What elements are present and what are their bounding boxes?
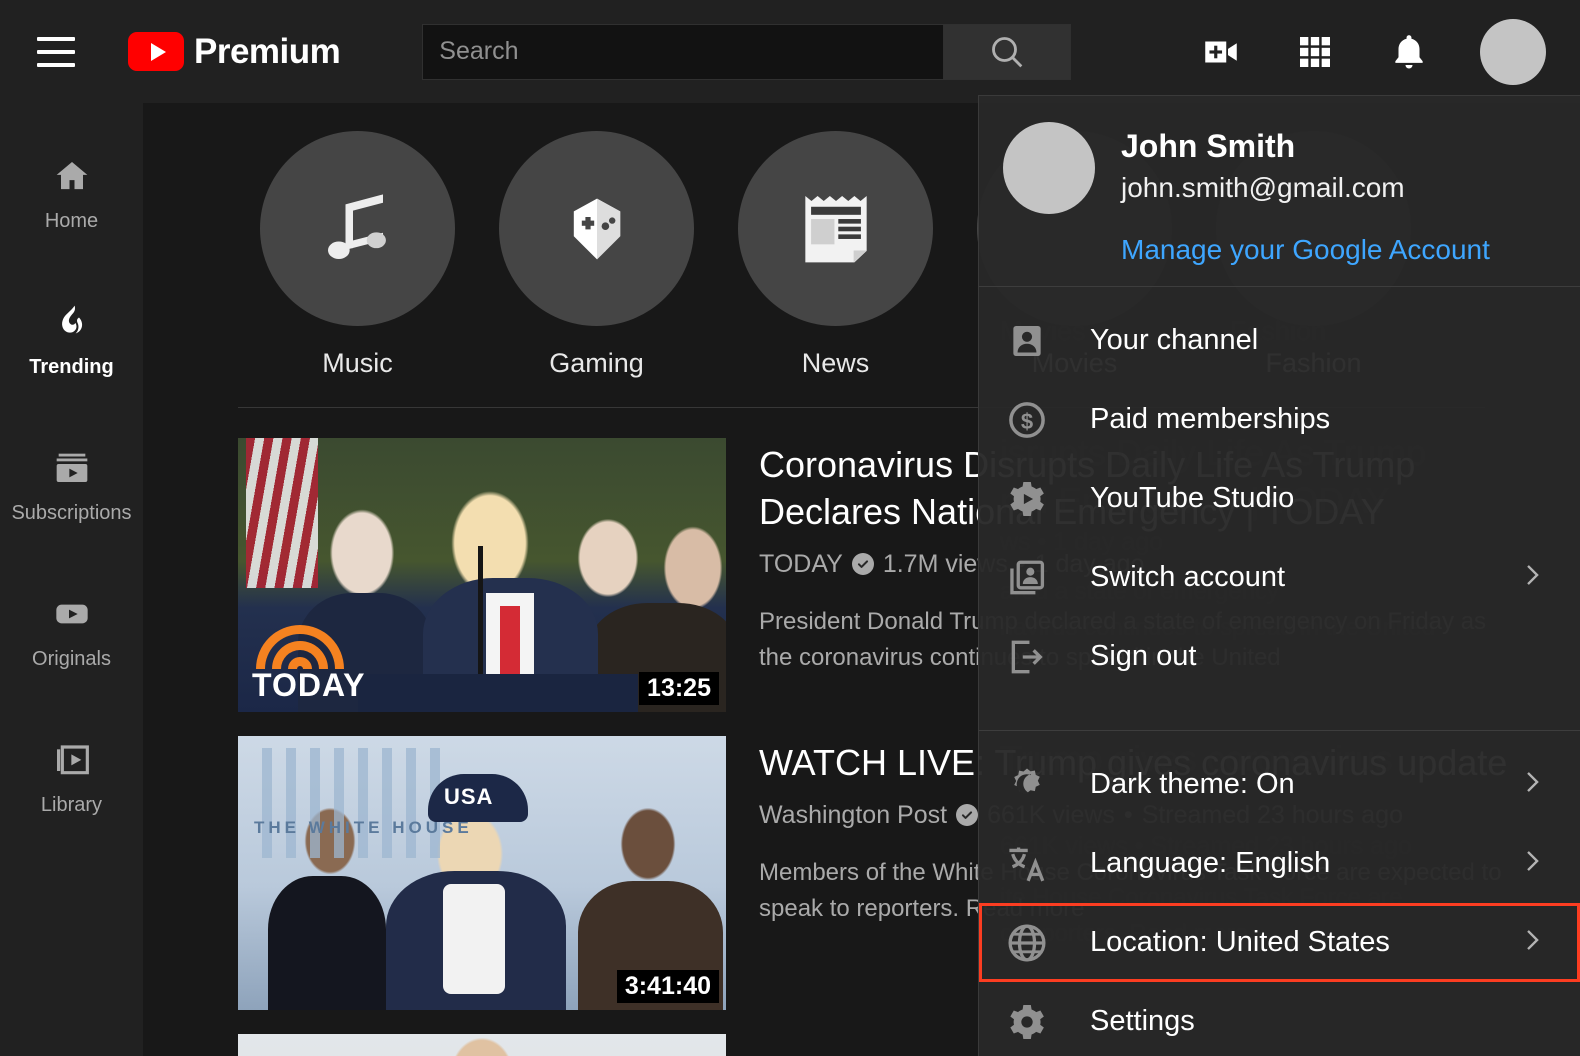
menu-item-label: YouTube Studio — [1090, 482, 1295, 514]
thumbnail-image: TODAY — [238, 438, 726, 712]
originals-play-icon — [51, 593, 93, 635]
gear-icon — [1003, 998, 1051, 1046]
left-sidebar: Home Trending Subscriptions Originals Li… — [0, 103, 143, 1056]
top-navigation-bar: Premium — [0, 0, 1580, 103]
youtube-premium-logo[interactable]: Premium — [128, 31, 341, 72]
thumbnail-image — [238, 1034, 726, 1056]
sidebar-label: Trending — [29, 356, 114, 378]
person-card-icon — [1003, 317, 1051, 365]
sidebar-item-trending[interactable]: Trending — [0, 267, 143, 413]
video-duration-badge: 3:41:40 — [616, 970, 719, 1003]
category-chip-music[interactable]: Music — [238, 131, 477, 379]
search-input[interactable] — [422, 23, 944, 80]
today-channel-logo: TODAY — [252, 619, 365, 704]
notifications-button[interactable] — [1386, 29, 1432, 75]
search-button[interactable] — [943, 23, 1072, 80]
apps-grid-icon — [1300, 36, 1330, 67]
category-chip-gaming[interactable]: Gaming — [477, 131, 716, 379]
gear-play-icon — [1003, 475, 1051, 523]
video-thumbnail[interactable]: TODAY 13:25 — [238, 438, 726, 712]
chevron-right-icon — [1518, 768, 1546, 801]
brand-label: Premium — [194, 31, 341, 71]
menu-item-label: Settings — [1090, 1005, 1195, 1037]
sidebar-item-home[interactable]: Home — [0, 121, 143, 267]
menu-item-language[interactable]: Language: English — [979, 824, 1580, 903]
hamburger-menu-icon[interactable] — [28, 24, 84, 80]
gamepad-heart-icon — [499, 131, 694, 326]
menu-item-label: Switch account — [1090, 561, 1286, 593]
sidebar-label: Subscriptions — [11, 502, 132, 524]
bell-icon — [1395, 34, 1423, 68]
account-menu-section-one: Your channel $ Paid memberships YouTube … — [979, 287, 1580, 710]
account-menu-panel: John Smith john.smith@gmail.com Manage y… — [978, 95, 1580, 1056]
account-header: John Smith john.smith@gmail.com Manage y… — [979, 96, 1580, 266]
verified-badge-icon — [851, 553, 874, 576]
category-label: News — [801, 348, 870, 378]
video-channel-name[interactable]: Washington Post — [759, 801, 947, 830]
create-video-button[interactable] — [1198, 29, 1244, 75]
moon-icon — [1003, 761, 1051, 809]
flame-icon — [51, 301, 93, 343]
sidebar-item-originals[interactable]: Originals — [0, 559, 143, 705]
menu-item-youtube-studio[interactable]: YouTube Studio — [979, 459, 1580, 538]
dollar-circle-icon: $ — [1003, 396, 1051, 444]
category-label: Gaming — [549, 348, 644, 378]
verified-badge-icon — [956, 804, 979, 827]
chevron-right-icon — [1518, 926, 1546, 959]
menu-item-label: Language: English — [1090, 847, 1331, 879]
menu-item-your-channel[interactable]: Your channel — [979, 301, 1580, 380]
video-thumbnail[interactable] — [238, 1034, 726, 1056]
video-camera-plus-icon — [1205, 41, 1237, 62]
chevron-right-icon — [1518, 847, 1546, 880]
menu-item-settings[interactable]: Settings — [979, 982, 1580, 1056]
account-avatar-button[interactable] — [1480, 18, 1546, 85]
menu-item-label: Your channel — [1090, 324, 1259, 356]
manage-google-account-link[interactable]: Manage your Google Account — [1121, 234, 1490, 266]
search-icon — [992, 36, 1023, 67]
category-label: Music — [322, 348, 393, 378]
category-chip-news[interactable]: News — [716, 131, 955, 379]
search-bar — [422, 23, 1072, 80]
video-duration-badge: 13:25 — [639, 672, 719, 705]
sidebar-label: Library — [40, 794, 103, 816]
account-email: john.smith@gmail.com — [1121, 172, 1405, 203]
youtube-app-window: Premium Search Home Trending Subscriptio… — [0, 0, 1580, 1056]
video-thumbnail[interactable]: THE WHITE HOUSE USA 3:41:40 — [238, 736, 726, 1010]
sidebar-item-subscriptions[interactable]: Subscriptions — [0, 413, 143, 559]
menu-item-sign-out[interactable]: Sign out — [979, 617, 1580, 696]
youtube-play-icon — [128, 32, 184, 71]
menu-item-switch-account[interactable]: Switch account — [979, 538, 1580, 617]
menu-item-label: Sign out — [1090, 640, 1197, 672]
library-icon — [51, 739, 93, 781]
newspaper-icon — [738, 131, 933, 326]
menu-item-label: Dark theme: On — [1090, 768, 1295, 800]
chevron-right-icon — [1518, 561, 1546, 594]
globe-icon — [1003, 919, 1051, 967]
sidebar-label: Originals — [32, 648, 111, 670]
menu-item-label: Paid memberships — [1090, 403, 1331, 435]
translate-icon — [1003, 840, 1051, 888]
thumbnail-image: THE WHITE HOUSE USA — [238, 736, 726, 1010]
menu-item-label: Location: United States — [1090, 926, 1390, 958]
avatar — [1003, 122, 1095, 214]
menu-item-location[interactable]: Location: United States — [979, 903, 1580, 982]
switch-account-icon — [1003, 554, 1051, 602]
account-menu-section-two: Dark theme: On Language: English Locatio… — [979, 731, 1580, 1056]
music-note-icon — [260, 131, 455, 326]
top-bar-actions — [1198, 0, 1546, 103]
menu-item-dark-theme[interactable]: Dark theme: On — [979, 745, 1580, 824]
menu-item-paid-memberships[interactable]: $ Paid memberships — [979, 380, 1580, 459]
sidebar-label: Home — [44, 210, 99, 232]
sidebar-item-library[interactable]: Library — [0, 705, 143, 851]
video-channel-name[interactable]: TODAY — [759, 550, 843, 579]
home-icon — [51, 155, 93, 197]
apps-button[interactable] — [1292, 29, 1338, 75]
account-name: John Smith — [1121, 128, 1296, 164]
subscriptions-icon — [51, 447, 93, 489]
sign-out-icon — [1003, 633, 1051, 681]
svg-text:$: $ — [1021, 408, 1033, 433]
